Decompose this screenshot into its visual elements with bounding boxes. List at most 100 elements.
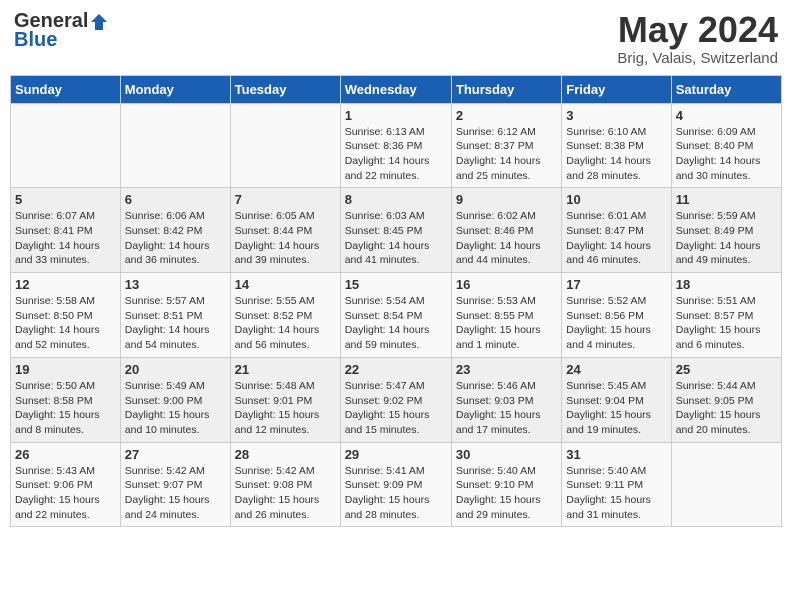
day-number: 20: [125, 362, 226, 377]
day-number: 9: [456, 192, 557, 207]
day-info: Sunrise: 6:07 AM Sunset: 8:41 PM Dayligh…: [15, 209, 116, 268]
day-number: 16: [456, 277, 557, 292]
calendar-table: SundayMondayTuesdayWednesdayThursdayFrid…: [10, 75, 782, 528]
calendar-cell: [671, 442, 781, 527]
day-number: 27: [125, 447, 226, 462]
day-number: 5: [15, 192, 116, 207]
day-number: 19: [15, 362, 116, 377]
day-info: Sunrise: 5:52 AM Sunset: 8:56 PM Dayligh…: [566, 294, 666, 353]
calendar-week-1: 1 Sunrise: 6:13 AM Sunset: 8:36 PM Daylig…: [11, 103, 782, 188]
calendar-cell: 12 Sunrise: 5:58 AM Sunset: 8:50 PM Dayli…: [11, 273, 121, 358]
location: Brig, Valais, Switzerland: [617, 50, 778, 67]
day-info: Sunrise: 6:03 AM Sunset: 8:45 PM Dayligh…: [345, 209, 447, 268]
day-info: Sunrise: 5:50 AM Sunset: 8:58 PM Dayligh…: [15, 379, 116, 438]
day-info: Sunrise: 6:10 AM Sunset: 8:38 PM Dayligh…: [566, 125, 666, 184]
calendar-cell: 20Sunrise: 5:49 AM Sunset: 9:00 PM Dayli…: [120, 357, 230, 442]
day-number: 28: [235, 447, 336, 462]
day-number: 26: [15, 447, 116, 462]
calendar-cell: 23Sunrise: 5:46 AM Sunset: 9:03 PM Dayli…: [451, 357, 561, 442]
day-info: Sunrise: 6:09 AM Sunset: 8:40 PM Dayligh…: [676, 125, 777, 184]
calendar-cell: 11Sunrise: 5:59 AM Sunset: 8:49 PM Dayli…: [671, 188, 781, 273]
day-info: Sunrise: 5:59 AM Sunset: 8:49 PM Dayligh…: [676, 209, 777, 268]
calendar-body: 1 Sunrise: 6:13 AM Sunset: 8:36 PM Daylig…: [11, 103, 782, 527]
day-info: Sunrise: 5:47 AM Sunset: 9:02 PM Dayligh…: [345, 379, 447, 438]
calendar-cell: 6Sunrise: 6:06 AM Sunset: 8:42 PM Daylig…: [120, 188, 230, 273]
day-info: Sunrise: 5:40 AM Sunset: 9:11 PM Dayligh…: [566, 464, 666, 523]
day-info: Sunrise: 5:42 AM Sunset: 9:08 PM Dayligh…: [235, 464, 336, 523]
day-number: 2: [456, 108, 557, 123]
day-info: Sunrise: 6:05 AM Sunset: 8:44 PM Dayligh…: [235, 209, 336, 268]
day-number: 17: [566, 277, 666, 292]
calendar-cell: 13Sunrise: 5:57 AM Sunset: 8:51 PM Dayli…: [120, 273, 230, 358]
calendar-week-5: 26Sunrise: 5:43 AM Sunset: 9:06 PM Dayli…: [11, 442, 782, 527]
calendar-cell: 27Sunrise: 5:42 AM Sunset: 9:07 PM Dayli…: [120, 442, 230, 527]
weekday-header-saturday: Saturday: [671, 75, 781, 103]
calendar-cell: 24 Sunrise: 5:45 AM Sunset: 9:04 PM Dayli…: [562, 357, 671, 442]
day-number: 23: [456, 362, 557, 377]
day-number: 31: [566, 447, 666, 462]
day-number: 25: [676, 362, 777, 377]
day-number: 4: [676, 108, 777, 123]
calendar-cell: 4 Sunrise: 6:09 AM Sunset: 8:40 PM Daylig…: [671, 103, 781, 188]
calendar-cell: 9 Sunrise: 6:02 AM Sunset: 8:46 PM Daylig…: [451, 188, 561, 273]
calendar-cell: 17 Sunrise: 5:52 AM Sunset: 8:56 PM Dayli…: [562, 273, 671, 358]
calendar-cell: 22Sunrise: 5:47 AM Sunset: 9:02 PM Dayli…: [340, 357, 451, 442]
day-number: 6: [125, 192, 226, 207]
calendar-cell: [230, 103, 340, 188]
calendar-cell: 15 Sunrise: 5:54 AM Sunset: 8:54 PM Dayli…: [340, 273, 451, 358]
calendar-header: SundayMondayTuesdayWednesdayThursdayFrid…: [11, 75, 782, 103]
day-info: Sunrise: 6:13 AM Sunset: 8:36 PM Dayligh…: [345, 125, 447, 184]
day-info: Sunrise: 5:45 AM Sunset: 9:04 PM Dayligh…: [566, 379, 666, 438]
calendar-cell: 26Sunrise: 5:43 AM Sunset: 9:06 PM Dayli…: [11, 442, 121, 527]
day-number: 15: [345, 277, 447, 292]
calendar-cell: 16 Sunrise: 5:53 AM Sunset: 8:55 PM Dayli…: [451, 273, 561, 358]
calendar-cell: 31 Sunrise: 5:40 AM Sunset: 9:11 PM Dayli…: [562, 442, 671, 527]
calendar-cell: 21Sunrise: 5:48 AM Sunset: 9:01 PM Dayli…: [230, 357, 340, 442]
day-number: 12: [15, 277, 116, 292]
calendar-cell: 2 Sunrise: 6:12 AM Sunset: 8:37 PM Daylig…: [451, 103, 561, 188]
title-block: May 2024 Brig, Valais, Switzerland: [617, 10, 778, 67]
calendar-cell: 14 Sunrise: 5:55 AM Sunset: 8:52 PM Dayli…: [230, 273, 340, 358]
calendar-cell: 29Sunrise: 5:41 AM Sunset: 9:09 PM Dayli…: [340, 442, 451, 527]
calendar-cell: 8 Sunrise: 6:03 AM Sunset: 8:45 PM Daylig…: [340, 188, 451, 273]
day-number: 30: [456, 447, 557, 462]
logo-icon: [90, 13, 108, 31]
day-number: 8: [345, 192, 447, 207]
day-number: 7: [235, 192, 336, 207]
weekday-header-friday: Friday: [562, 75, 671, 103]
calendar-cell: 30 Sunrise: 5:40 AM Sunset: 9:10 PM Dayli…: [451, 442, 561, 527]
day-number: 10: [566, 192, 666, 207]
calendar-cell: [120, 103, 230, 188]
day-info: Sunrise: 5:48 AM Sunset: 9:01 PM Dayligh…: [235, 379, 336, 438]
month-title: May 2024: [617, 10, 778, 50]
day-number: 24: [566, 362, 666, 377]
day-info: Sunrise: 5:58 AM Sunset: 8:50 PM Dayligh…: [15, 294, 116, 353]
weekday-header-monday: Monday: [120, 75, 230, 103]
calendar-cell: [11, 103, 121, 188]
day-number: 1: [345, 108, 447, 123]
calendar-week-4: 19 Sunrise: 5:50 AM Sunset: 8:58 PM Dayli…: [11, 357, 782, 442]
calendar-cell: 19 Sunrise: 5:50 AM Sunset: 8:58 PM Dayli…: [11, 357, 121, 442]
day-number: 14: [235, 277, 336, 292]
day-number: 29: [345, 447, 447, 462]
calendar-cell: 3Sunrise: 6:10 AM Sunset: 8:38 PM Daylig…: [562, 103, 671, 188]
calendar-cell: 18Sunrise: 5:51 AM Sunset: 8:57 PM Dayli…: [671, 273, 781, 358]
page-header: General Blue May 2024 Brig, Valais, Swit…: [10, 10, 782, 67]
calendar-week-3: 12 Sunrise: 5:58 AM Sunset: 8:50 PM Dayli…: [11, 273, 782, 358]
day-info: Sunrise: 6:02 AM Sunset: 8:46 PM Dayligh…: [456, 209, 557, 268]
calendar-cell: 25 Sunrise: 5:44 AM Sunset: 9:05 PM Dayli…: [671, 357, 781, 442]
weekday-header-wednesday: Wednesday: [340, 75, 451, 103]
weekday-header-sunday: Sunday: [11, 75, 121, 103]
day-info: Sunrise: 5:44 AM Sunset: 9:05 PM Dayligh…: [676, 379, 777, 438]
day-info: Sunrise: 5:54 AM Sunset: 8:54 PM Dayligh…: [345, 294, 447, 353]
calendar-cell: 7 Sunrise: 6:05 AM Sunset: 8:44 PM Daylig…: [230, 188, 340, 273]
logo-blue-text: Blue: [14, 29, 57, 52]
day-info: Sunrise: 5:40 AM Sunset: 9:10 PM Dayligh…: [456, 464, 557, 523]
calendar-cell: 10 Sunrise: 6:01 AM Sunset: 8:47 PM Dayli…: [562, 188, 671, 273]
day-info: Sunrise: 6:12 AM Sunset: 8:37 PM Dayligh…: [456, 125, 557, 184]
day-number: 18: [676, 277, 777, 292]
day-info: Sunrise: 5:53 AM Sunset: 8:55 PM Dayligh…: [456, 294, 557, 353]
weekday-header-thursday: Thursday: [451, 75, 561, 103]
day-info: Sunrise: 6:01 AM Sunset: 8:47 PM Dayligh…: [566, 209, 666, 268]
day-info: Sunrise: 5:55 AM Sunset: 8:52 PM Dayligh…: [235, 294, 336, 353]
